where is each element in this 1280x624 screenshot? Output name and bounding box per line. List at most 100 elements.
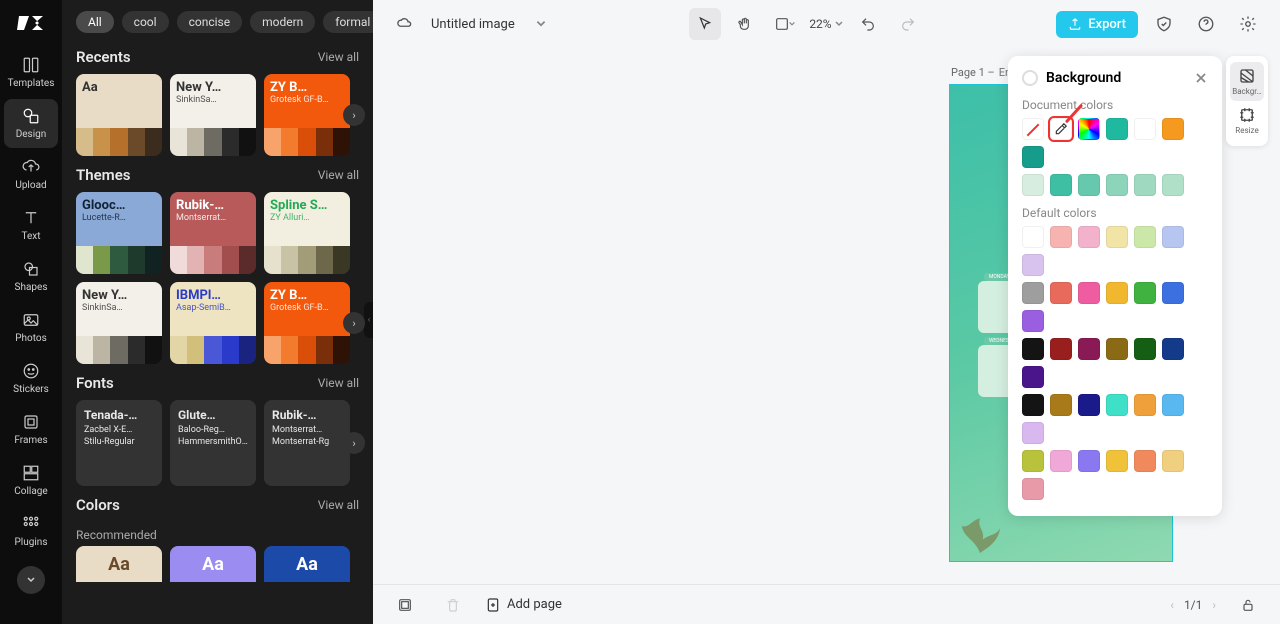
color-swatch[interactable] xyxy=(1106,338,1128,360)
color-swatch[interactable] xyxy=(1134,174,1156,196)
color-swatch[interactable] xyxy=(1022,118,1044,140)
shield-icon[interactable] xyxy=(1148,8,1180,40)
color-swatch[interactable] xyxy=(1078,394,1100,416)
rail-upload[interactable]: Upload xyxy=(4,150,58,199)
color-swatch[interactable] xyxy=(1022,146,1044,168)
color-swatch[interactable] xyxy=(1050,174,1072,196)
recents-viewall[interactable]: View all xyxy=(318,50,359,64)
pill-concise[interactable]: concise xyxy=(177,11,243,33)
color-card[interactable]: Aa xyxy=(170,546,256,582)
rail-shapes[interactable]: Shapes xyxy=(4,252,58,301)
color-swatch[interactable] xyxy=(1106,450,1128,472)
color-swatch[interactable] xyxy=(1022,226,1044,248)
pill-modern[interactable]: modern xyxy=(250,11,315,33)
zoom-level[interactable]: 22% xyxy=(809,17,843,31)
next-page-icon[interactable]: › xyxy=(1212,598,1216,612)
doc-title[interactable]: Untitled image xyxy=(431,17,515,32)
rail-stickers[interactable]: Stickers xyxy=(4,354,58,403)
redo-icon[interactable] xyxy=(892,8,924,40)
trash-icon[interactable] xyxy=(437,589,469,621)
rail-collage[interactable]: Collage xyxy=(4,456,58,505)
color-wheel-icon[interactable] xyxy=(1078,118,1100,140)
color-swatch[interactable] xyxy=(1050,282,1072,304)
font-card[interactable]: Rubik-…Montserrat…Montserrat-Rg xyxy=(264,400,350,486)
theme-card[interactable]: ZY B…Grotesk GF-B… xyxy=(264,282,350,364)
color-card[interactable]: Aa xyxy=(264,546,350,582)
theme-card[interactable]: Spline S…ZY Alluri… xyxy=(264,192,350,274)
color-swatch[interactable] xyxy=(1022,394,1044,416)
lock-icon[interactable] xyxy=(1232,589,1264,621)
color-swatch[interactable] xyxy=(1162,282,1184,304)
color-swatch[interactable] xyxy=(1050,226,1072,248)
eyedropper-icon[interactable] xyxy=(1050,118,1072,140)
themes-viewall[interactable]: View all xyxy=(318,168,359,182)
settings-icon[interactable] xyxy=(1232,8,1264,40)
color-swatch[interactable] xyxy=(1022,478,1044,500)
color-swatch[interactable] xyxy=(1078,450,1100,472)
help-icon[interactable] xyxy=(1190,8,1222,40)
pill-all[interactable]: All xyxy=(76,11,114,33)
cursor-tool-icon[interactable] xyxy=(689,8,721,40)
color-swatch[interactable] xyxy=(1078,174,1100,196)
color-swatch[interactable] xyxy=(1078,282,1100,304)
color-swatch[interactable] xyxy=(1162,118,1184,140)
rail-design[interactable]: Design xyxy=(4,99,58,148)
color-swatch[interactable] xyxy=(1022,366,1044,388)
color-swatch[interactable] xyxy=(1022,254,1044,276)
title-chevron-icon[interactable] xyxy=(525,8,557,40)
color-swatch[interactable] xyxy=(1022,450,1044,472)
carousel-next-icon[interactable]: › xyxy=(343,104,365,126)
color-swatch[interactable] xyxy=(1106,118,1128,140)
color-swatch[interactable] xyxy=(1050,394,1072,416)
theme-card[interactable]: ZY B…Grotesk GF-B… xyxy=(264,74,350,156)
color-swatch[interactable] xyxy=(1134,118,1156,140)
rail-frames[interactable]: Frames xyxy=(4,405,58,454)
theme-card[interactable]: Rubik-…Montserrat… xyxy=(170,192,256,274)
hand-tool-icon[interactable] xyxy=(729,8,761,40)
color-swatch[interactable] xyxy=(1078,338,1100,360)
tool-background[interactable]: Backgr… xyxy=(1230,62,1264,101)
color-swatch[interactable] xyxy=(1106,282,1128,304)
undo-icon[interactable] xyxy=(852,8,884,40)
color-swatch[interactable] xyxy=(1022,338,1044,360)
color-swatch[interactable] xyxy=(1050,338,1072,360)
pill-cool[interactable]: cool xyxy=(122,11,169,33)
theme-card[interactable]: New Y…SinkinSa… xyxy=(76,282,162,364)
prev-page-icon[interactable]: ‹ xyxy=(1170,598,1174,612)
color-swatch[interactable] xyxy=(1162,174,1184,196)
color-swatch[interactable] xyxy=(1022,310,1044,332)
rail-text[interactable]: Text xyxy=(4,201,58,250)
theme-card[interactable]: IBMPl…Asap-SemiB… xyxy=(170,282,256,364)
color-card[interactable]: Aa xyxy=(76,546,162,582)
color-swatch[interactable] xyxy=(1022,422,1044,444)
rail-photos[interactable]: Photos xyxy=(4,303,58,352)
color-swatch[interactable] xyxy=(1106,226,1128,248)
color-swatch[interactable] xyxy=(1134,226,1156,248)
colors-viewall[interactable]: View all xyxy=(318,498,359,512)
collapse-sidebar-icon[interactable]: ‹ xyxy=(364,302,373,338)
theme-card[interactable]: Glooc…Lucette-R… xyxy=(76,192,162,274)
leaf-graphic[interactable] xyxy=(956,501,1004,555)
fonts-viewall[interactable]: View all xyxy=(318,376,359,390)
color-swatch[interactable] xyxy=(1162,226,1184,248)
export-button[interactable]: Export xyxy=(1056,11,1138,38)
color-swatch[interactable] xyxy=(1078,226,1100,248)
theme-card[interactable]: Aa xyxy=(76,74,162,156)
cloud-sync-icon[interactable] xyxy=(389,8,421,40)
font-card[interactable]: Glute…Baloo-Reg…HammersmithOn… xyxy=(170,400,256,486)
color-swatch[interactable] xyxy=(1162,338,1184,360)
canvas[interactable]: Page 1 – ü BACK to SCHOOL Easy, Suggesti… xyxy=(373,48,1280,584)
color-swatch[interactable] xyxy=(1050,450,1072,472)
color-swatch[interactable] xyxy=(1022,174,1044,196)
color-swatch[interactable] xyxy=(1134,394,1156,416)
carousel-next-icon[interactable]: › xyxy=(343,432,365,454)
color-swatch[interactable] xyxy=(1162,394,1184,416)
rail-expand-icon[interactable] xyxy=(17,566,45,594)
pages-grid-icon[interactable] xyxy=(389,589,421,621)
rail-plugins[interactable]: Plugins xyxy=(4,507,58,556)
color-swatch[interactable] xyxy=(1134,338,1156,360)
color-swatch[interactable] xyxy=(1134,450,1156,472)
carousel-next-icon[interactable]: › xyxy=(343,312,365,334)
frame-tool-icon[interactable] xyxy=(769,8,801,40)
close-icon[interactable] xyxy=(1194,71,1208,85)
